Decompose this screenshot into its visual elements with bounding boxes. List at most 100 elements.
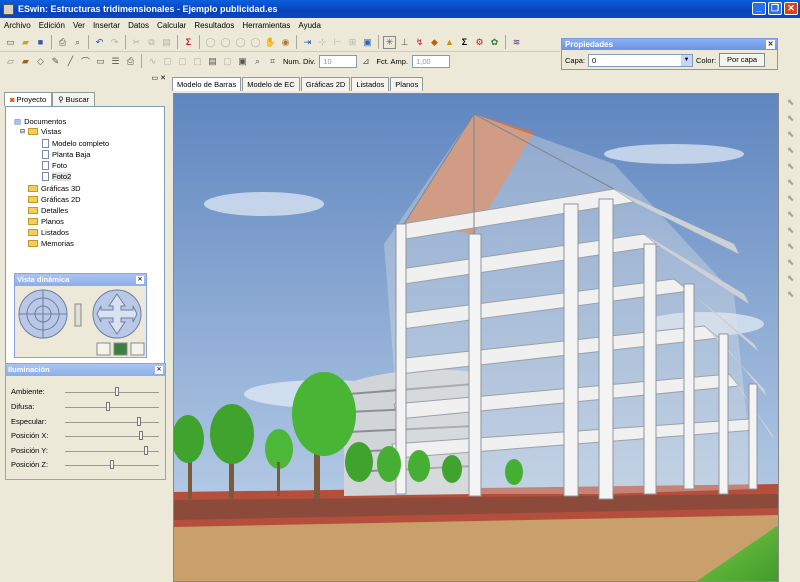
frame3-icon[interactable]: ▢ (191, 55, 204, 68)
tab-modelo-de-barras[interactable]: Modelo de Barras (172, 77, 242, 91)
view-mode-icon-3[interactable] (130, 342, 145, 356)
print-preview-icon[interactable]: ⌕ (71, 36, 84, 49)
menu-resultados[interactable]: Resultados (190, 21, 238, 30)
sections-icon[interactable]: Ʃ (458, 36, 471, 49)
draw-tool-icon-6[interactable]: ⬉ (784, 176, 797, 189)
paperclip-icon[interactable]: ⌒ (79, 55, 92, 68)
pencil-icon[interactable]: ✎ (49, 55, 62, 68)
tree-node-graficas-3d[interactable]: Gráficas 3D (28, 184, 81, 193)
save-icon[interactable]: ■ (34, 36, 47, 49)
menu-edicion[interactable]: Edición (35, 21, 69, 30)
layers-icon[interactable]: ▣ (361, 36, 374, 49)
maximize-button[interactable]: ❐ (768, 2, 782, 15)
tree-node-detalles[interactable]: Detalles (28, 206, 68, 215)
slider-posicion-y[interactable]: Posición Y: (11, 446, 161, 456)
draw-tool-icon-7[interactable]: ⬉ (784, 192, 797, 205)
draw-tool-icon-1[interactable]: ⬉ (784, 96, 797, 109)
menu-herramientas[interactable]: Herramientas (238, 21, 294, 30)
draw-tool-icon-10[interactable]: ⬉ (784, 240, 797, 253)
slider-thumb[interactable] (110, 460, 114, 469)
menu-calcular[interactable]: Calcular (153, 21, 190, 30)
fct-amp-input[interactable]: 1,00 (412, 54, 451, 68)
slider-especular[interactable]: Especular: (11, 417, 161, 427)
tree-node-memorias[interactable]: Memorias (28, 239, 74, 248)
slider-thumb[interactable] (105, 402, 110, 411)
capa-select[interactable]: 0 ▼ (588, 53, 694, 67)
pan-hand-icon[interactable]: ✋ (264, 36, 277, 49)
tree-node-planos[interactable]: Planos (28, 217, 64, 226)
slider-difusa[interactable]: Difusa: (11, 402, 161, 412)
view-print-icon[interactable]: ▣ (236, 55, 249, 68)
wall-icon[interactable]: ▱ (4, 55, 17, 68)
select-arrow-icon[interactable]: ⇥ (301, 36, 314, 49)
axes-icon[interactable]: ⊥ (398, 36, 411, 49)
tree-node-listados[interactable]: Listados (28, 228, 69, 237)
new-file-icon[interactable]: ▭ (4, 36, 17, 49)
draw-tool-icon-2[interactable]: ⬉ (784, 112, 797, 125)
curve-icon[interactable]: ∿ (146, 55, 159, 68)
menu-datos[interactable]: Datos (124, 21, 153, 30)
close-button[interactable]: ✕ (784, 2, 798, 15)
preview-icon[interactable]: ⌕ (251, 55, 264, 68)
amp-icon[interactable]: ⊿ (359, 55, 372, 68)
draw-tool-icon-4[interactable]: ⬉ (784, 144, 797, 157)
menu-archivo[interactable]: Archivo (0, 21, 35, 30)
chevron-down-icon[interactable]: ▼ (681, 54, 693, 66)
slider-thumb[interactable] (138, 431, 143, 440)
ruler-icon[interactable]: ⌗ (266, 55, 279, 68)
zoom-slider[interactable] (74, 303, 82, 327)
por-capa-button[interactable]: Por capa (719, 53, 766, 67)
view-orbit-icon[interactable]: ◉ (279, 36, 292, 49)
section-frame-icon[interactable]: ▭ (94, 55, 107, 68)
sigma-icon[interactable]: Σ (182, 36, 195, 49)
tab-proyecto[interactable]: ◙ Proyecto (4, 92, 53, 106)
undo-icon[interactable]: ↶ (93, 36, 106, 49)
stack-layers-icon[interactable]: ≋ (510, 36, 523, 49)
table-icon[interactable]: ☰ (109, 55, 122, 68)
tree-node-documentos[interactable]: ▤ Documentos (14, 117, 66, 126)
snap-icon[interactable]: ✳ (383, 35, 396, 49)
tab-listados[interactable]: Listados (351, 77, 390, 91)
tab-modelo-de-ec[interactable]: Modelo de EC (242, 77, 300, 91)
draw-tool-icon-5[interactable]: ⬉ (784, 160, 797, 173)
bar-icon[interactable]: ⊢ (331, 36, 344, 49)
draw-tool-icon-9[interactable]: ⬉ (784, 224, 797, 237)
slider-thumb[interactable] (114, 387, 119, 396)
slider-posicion-z[interactable]: Posición Z: (11, 460, 161, 470)
panel-menu-icon[interactable]: ▭ (152, 74, 159, 86)
tree-node-vistas[interactable]: ⊟ Vistas (20, 127, 61, 136)
properties-close-icon[interactable]: ✕ (766, 40, 775, 49)
view-mode-icon-2[interactable] (113, 342, 128, 356)
tree-node-foto[interactable]: Foto (42, 161, 67, 170)
menu-ver[interactable]: Ver (69, 21, 89, 30)
zoom-out-icon[interactable]: ◯ (234, 36, 247, 49)
tree-node-graficas-2d[interactable]: Gráficas 2D (28, 195, 81, 204)
frame4-icon[interactable]: ▢ (221, 55, 234, 68)
beam-icon[interactable]: ◇ (34, 55, 47, 68)
document-icon[interactable]: ▤ (206, 55, 219, 68)
draw-tool-icon-3[interactable]: ⬉ (784, 128, 797, 141)
cut-icon[interactable]: ✂ (130, 36, 143, 49)
open-folder-icon[interactable]: ▰ (19, 36, 32, 49)
iluminacion-close-icon[interactable]: ✕ (155, 366, 163, 374)
tab-buscar[interactable]: ⚲ Buscar (52, 92, 95, 106)
menu-ayuda[interactable]: Ayuda (294, 21, 325, 30)
view-mode-icon-1[interactable] (96, 342, 111, 356)
3d-viewport[interactable] (173, 93, 779, 582)
draw-tool-icon-13[interactable]: ⬉ (784, 288, 797, 301)
slider-thumb[interactable] (144, 446, 149, 455)
slider-thumb[interactable] (137, 417, 141, 426)
node-icon[interactable]: ⊹ (316, 36, 329, 49)
tab-graficas-2d[interactable]: Gráficas 2D (300, 77, 351, 91)
combinations-icon[interactable]: ✿ (488, 36, 501, 49)
num-div-input[interactable]: 10 (319, 54, 358, 68)
line-icon[interactable]: ╱ (64, 55, 77, 68)
slider-ambiente[interactable]: Ambiente: (11, 387, 161, 397)
tab-planos[interactable]: Planos (390, 77, 424, 91)
print-table-icon[interactable]: ⎙ (124, 55, 137, 68)
panel-close-icon[interactable]: ✕ (160, 74, 166, 86)
zoom-in-icon[interactable]: ◯ (219, 36, 232, 49)
paste-icon[interactable]: ▤ (160, 36, 173, 49)
pan-trackball[interactable] (92, 289, 142, 339)
tree-node-foto2[interactable]: Foto2 (42, 172, 72, 181)
